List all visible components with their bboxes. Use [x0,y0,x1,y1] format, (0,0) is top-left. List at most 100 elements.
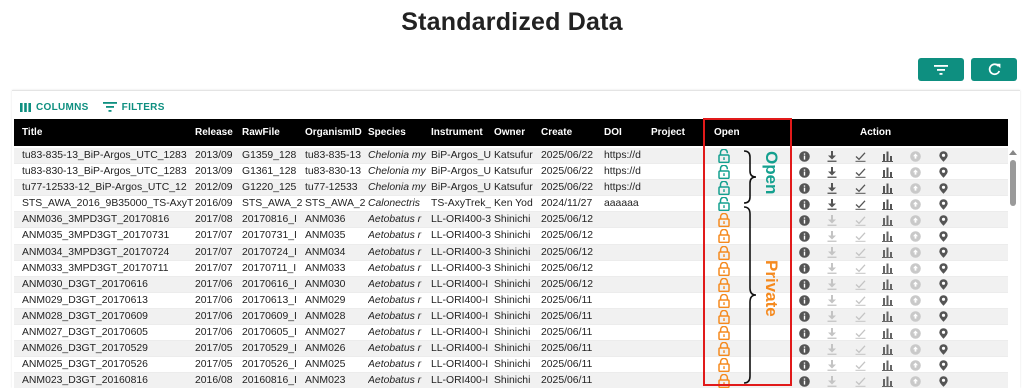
bar-chart-icon[interactable] [881,182,893,194]
upload-icon[interactable] [909,375,921,387]
table-row[interactable]: ANM029_D3GT_20170613 2017/06 20170613_I ANM… [14,293,1008,309]
location-pin-icon[interactable] [937,279,949,291]
upload-icon[interactable] [909,279,921,291]
upload-icon[interactable] [909,230,921,242]
download-icon[interactable] [826,327,838,339]
check-icon[interactable] [854,327,866,339]
bar-chart-icon[interactable] [881,247,893,259]
table-row[interactable]: ANM027_D3GT_20170605 2017/06 20170605_I ANM… [14,325,1008,342]
bar-chart-icon[interactable] [881,311,893,323]
upload-icon[interactable] [909,214,921,226]
column-header-organismid[interactable]: OrganismID [305,119,363,146]
info-icon[interactable] [798,166,810,178]
bar-chart-icon[interactable] [881,295,893,307]
download-icon[interactable] [826,198,838,210]
check-icon[interactable] [854,359,866,371]
info-icon[interactable] [798,343,810,355]
check-icon[interactable] [854,198,866,210]
table-row[interactable]: ANM026_D3GT_20170529 2017/05 20170529_I ANM… [14,341,1008,358]
table-row[interactable]: ANM025_D3GT_20170526 2017/05 20170526_I ANM… [14,357,1008,374]
location-pin-icon[interactable] [937,375,949,387]
bar-chart-icon[interactable] [881,150,893,162]
table-row[interactable]: STS_AWA_2016_9B35000_TS-AxyT 2016/09 STS_A… [14,196,1008,213]
info-icon[interactable] [798,311,810,323]
info-icon[interactable] [798,263,810,275]
download-icon[interactable] [826,375,838,387]
location-pin-icon[interactable] [937,166,949,178]
check-icon[interactable] [854,343,866,355]
bar-chart-icon[interactable] [881,279,893,291]
location-pin-icon[interactable] [937,359,949,371]
info-icon[interactable] [798,214,810,226]
upload-icon[interactable] [909,263,921,275]
bar-chart-icon[interactable] [881,214,893,226]
check-icon[interactable] [854,214,866,226]
info-icon[interactable] [798,150,810,162]
filter-button[interactable] [918,58,964,81]
vertical-scrollbar[interactable] [1008,148,1018,388]
check-icon[interactable] [854,295,866,307]
table-row[interactable]: ANM030_D3GT_20170616 2017/06 20170616_I ANM… [14,276,1008,293]
upload-icon[interactable] [909,150,921,162]
download-icon[interactable] [826,214,838,226]
check-icon[interactable] [854,279,866,291]
check-icon[interactable] [854,263,866,275]
location-pin-icon[interactable] [937,247,949,259]
info-icon[interactable] [798,295,810,307]
column-header-release[interactable]: Release [195,119,233,146]
info-icon[interactable] [798,198,810,210]
bar-chart-icon[interactable] [881,343,893,355]
info-icon[interactable] [798,182,810,194]
check-icon[interactable] [854,230,866,242]
table-row[interactable]: ANM028_D3GT_20170609 2017/06 20170609_I ANM… [14,308,1008,326]
info-icon[interactable] [798,327,810,339]
info-icon[interactable] [798,279,810,291]
bar-chart-icon[interactable] [881,359,893,371]
download-icon[interactable] [826,279,838,291]
table-row[interactable]: ANM023_D3GT_20160816 2016/08 20160816_I ANM… [14,373,1008,388]
check-icon[interactable] [854,166,866,178]
bar-chart-icon[interactable] [881,327,893,339]
location-pin-icon[interactable] [937,230,949,242]
location-pin-icon[interactable] [937,214,949,226]
upload-icon[interactable] [909,359,921,371]
upload-icon[interactable] [909,247,921,259]
location-pin-icon[interactable] [937,327,949,339]
download-icon[interactable] [826,359,838,371]
check-icon[interactable] [854,247,866,259]
location-pin-icon[interactable] [937,182,949,194]
download-icon[interactable] [826,230,838,242]
scroll-thumb[interactable] [1010,160,1016,206]
info-icon[interactable] [798,230,810,242]
upload-icon[interactable] [909,182,921,194]
location-pin-icon[interactable] [937,295,949,307]
upload-icon[interactable] [909,311,921,323]
table-row[interactable]: ANM036_3MPD3GT_20170816 2017/08 20170816_I… [14,212,1008,229]
info-icon[interactable] [798,375,810,387]
column-header-instrument[interactable]: Instrument [431,119,483,146]
check-icon[interactable] [854,311,866,323]
download-icon[interactable] [826,166,838,178]
check-icon[interactable] [854,375,866,387]
column-header-species[interactable]: Species [368,119,406,146]
download-icon[interactable] [826,343,838,355]
column-header-project[interactable]: Project [651,119,685,146]
download-icon[interactable] [826,263,838,275]
column-header-create[interactable]: Create [541,119,572,146]
table-row[interactable]: tu77-12533-12_BiP-Argos_UTC_12 2012/09 G12… [14,180,1008,197]
column-header-title[interactable]: Title [22,119,42,146]
table-row[interactable]: ANM033_3MPD3GT_20170711 2017/07 20170711_I… [14,261,1008,277]
table-row[interactable]: tu83-830-13_BiP-Argos_UTC_1283 2013/09 G13… [14,164,1008,181]
location-pin-icon[interactable] [937,198,949,210]
download-icon[interactable] [826,247,838,259]
upload-icon[interactable] [909,198,921,210]
columns-button[interactable]: COLUMNS [20,102,89,113]
column-header-owner[interactable]: Owner [494,119,525,146]
info-icon[interactable] [798,247,810,259]
bar-chart-icon[interactable] [881,263,893,275]
location-pin-icon[interactable] [937,150,949,162]
filters-button[interactable]: FILTERS [102,102,165,113]
upload-icon[interactable] [909,327,921,339]
download-icon[interactable] [826,150,838,162]
bar-chart-icon[interactable] [881,230,893,242]
